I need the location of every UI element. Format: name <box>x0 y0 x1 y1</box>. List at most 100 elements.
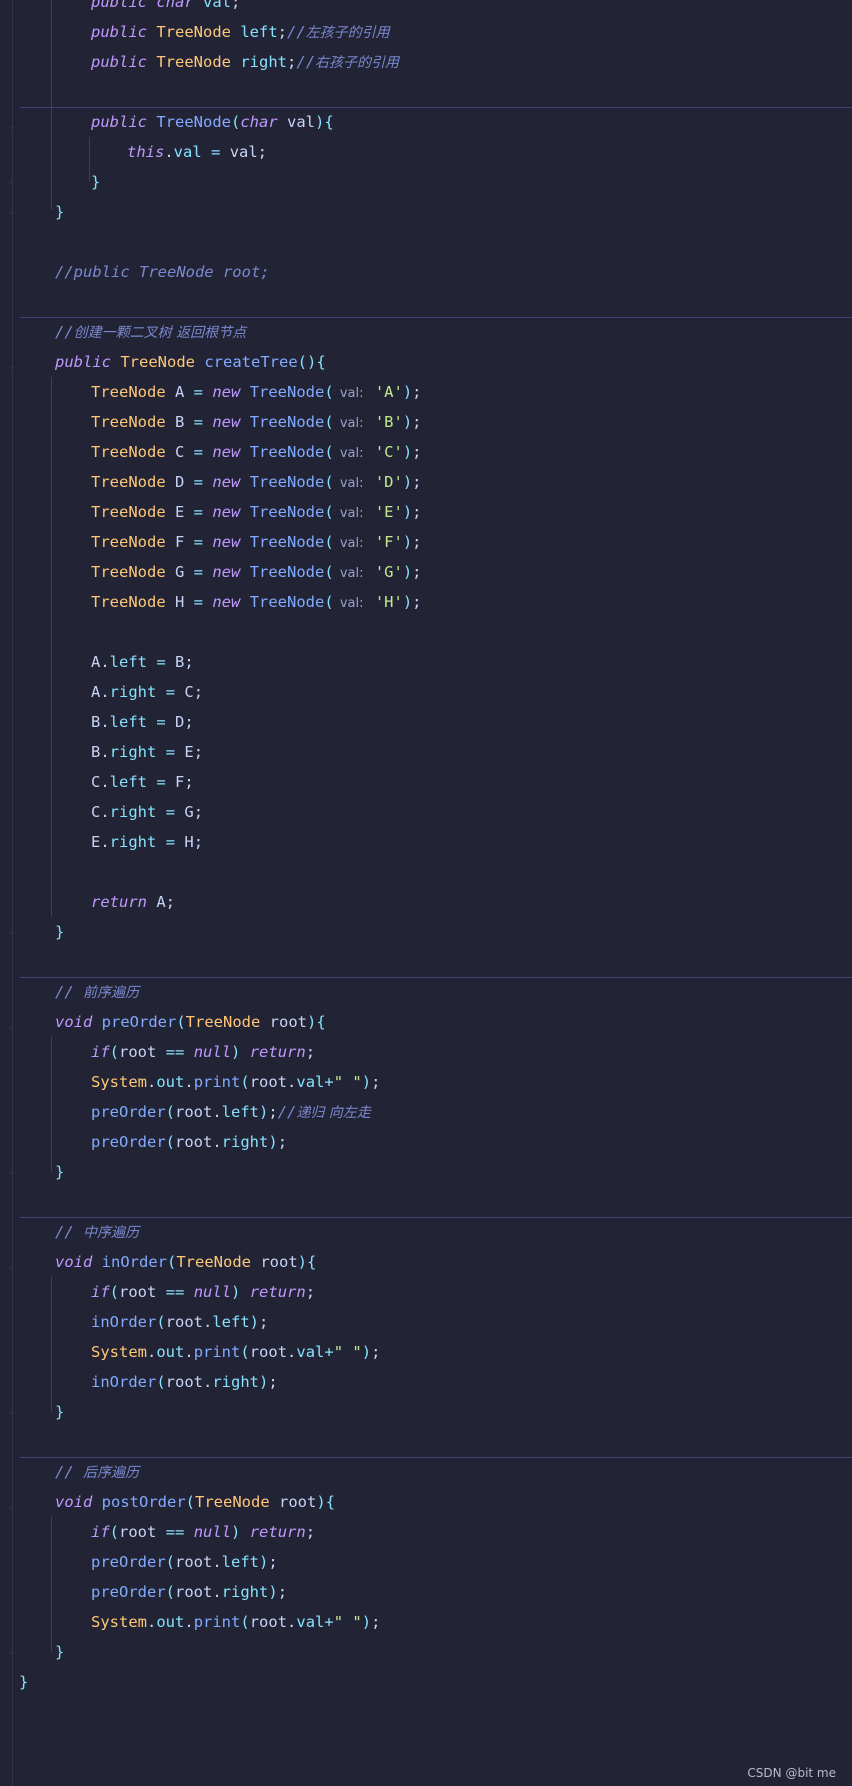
function-token: preOrder <box>101 1013 177 1031</box>
code-line[interactable]: System.out.print(root.val+" "); <box>0 1607 852 1637</box>
keyword-token: new <box>212 413 241 431</box>
code-token: root. <box>249 1343 297 1361</box>
code-line[interactable]: //创建一颗二叉树 返回根节点 <box>0 317 852 347</box>
code-line[interactable]: // 后序遍历 <box>0 1457 852 1487</box>
code-line[interactable]: } <box>0 917 852 947</box>
bracket-token: ( <box>324 593 334 611</box>
code-line[interactable]: if(root == null) return; <box>0 1517 852 1547</box>
code-line[interactable] <box>0 857 852 887</box>
code-line[interactable] <box>0 1187 852 1217</box>
code-lines[interactable]: public char val; public TreeNode left;//… <box>0 0 852 1697</box>
code-line[interactable]: } <box>0 1637 852 1667</box>
code-line[interactable] <box>0 227 852 257</box>
code-line[interactable]: if(root == null) return; <box>0 1037 852 1067</box>
code-line[interactable] <box>0 1427 852 1457</box>
code-token: . <box>184 1613 194 1631</box>
code-line[interactable]: TreeNode A = new TreeNode( val: 'A'); <box>0 377 852 407</box>
code-token: root. <box>175 1133 222 1151</box>
code-line[interactable]: C.left = F; <box>0 767 852 797</box>
code-line[interactable]: } <box>0 1157 852 1187</box>
operator-token: = <box>156 773 166 791</box>
param-hint: val: <box>335 386 364 401</box>
code-line[interactable]: A.left = B; <box>0 647 852 677</box>
code-token: ; <box>412 533 422 551</box>
code-line[interactable]: } <box>0 1667 852 1697</box>
code-line[interactable]: TreeNode D = new TreeNode( val: 'D'); <box>0 467 852 497</box>
function-token: createTree <box>204 353 298 371</box>
operator-token: == <box>165 1523 185 1541</box>
code-line[interactable]: inOrder(root.right); <box>0 1367 852 1397</box>
code-token: G <box>165 563 194 581</box>
code-line[interactable]: C.right = G; <box>0 797 852 827</box>
code-line[interactable]: A.right = C; <box>0 677 852 707</box>
code-line[interactable]: public char val; <box>0 0 852 17</box>
bracket-token: ) <box>231 1043 241 1061</box>
comment-token: 中序遍历 <box>83 1225 139 1241</box>
code-line[interactable]: System.out.print(root.val+" "); <box>0 1337 852 1367</box>
code-line[interactable]: preOrder(root.right); <box>0 1577 852 1607</box>
code-line[interactable]: TreeNode B = new TreeNode( val: 'B'); <box>0 407 852 437</box>
code-line[interactable]: public TreeNode createTree(){ <box>0 347 852 377</box>
code-line[interactable]: preOrder(root.left); <box>0 1547 852 1577</box>
bracket-token: ) <box>268 1133 278 1151</box>
code-line[interactable]: public TreeNode left;//左孩子的引用 <box>0 17 852 47</box>
code-token: D; <box>165 713 194 731</box>
code-line[interactable]: TreeNode G = new TreeNode( val: 'G'); <box>0 557 852 587</box>
code-line[interactable]: B.right = E; <box>0 737 852 767</box>
code-line[interactable]: TreeNode F = new TreeNode( val: 'F'); <box>0 527 852 557</box>
code-line[interactable] <box>0 947 852 977</box>
code-line[interactable]: } <box>0 197 852 227</box>
code-line[interactable]: public TreeNode(char val){ <box>0 107 852 137</box>
operator-token: = <box>193 413 203 431</box>
field-token: right <box>240 53 288 71</box>
code-line[interactable]: this.val = val; <box>0 137 852 167</box>
code-line[interactable]: // 前序遍历 <box>0 977 852 1007</box>
code-editor[interactable]: ⌄ ⌃ ⌃ ⌄ ⌃ ⌄ ⌃ ⌄ ⌃ ⌄ ⌃ public char val; p… <box>0 0 852 1786</box>
function-token: TreeNode <box>249 443 325 461</box>
code-line[interactable]: B.left = D; <box>0 707 852 737</box>
code-line[interactable] <box>0 617 852 647</box>
bracket-token: { <box>324 113 334 131</box>
code-line[interactable]: TreeNode H = new TreeNode( val: 'H'); <box>0 587 852 617</box>
code-line[interactable] <box>0 287 852 317</box>
code-token: F <box>165 533 194 551</box>
function-token: inOrder <box>91 1373 157 1391</box>
code-line[interactable]: void inOrder(TreeNode root){ <box>0 1247 852 1277</box>
code-line[interactable]: TreeNode E = new TreeNode( val: 'E'); <box>0 497 852 527</box>
bracket-token: ) <box>315 113 325 131</box>
field-token: val <box>173 143 202 161</box>
code-line[interactable] <box>0 77 852 107</box>
field-token: right <box>221 1583 269 1601</box>
comment-token: 后序遍历 <box>83 1465 139 1481</box>
code-token: A <box>165 383 194 401</box>
bracket-token: ( <box>109 1043 120 1061</box>
code-token: root. <box>175 1583 222 1601</box>
code-line[interactable]: preOrder(root.left);//递归 向左走 <box>0 1097 852 1127</box>
code-line[interactable]: } <box>0 167 852 197</box>
bracket-token: ) <box>259 1103 269 1121</box>
code-line[interactable]: return A; <box>0 887 852 917</box>
code-line[interactable]: if(root == null) return; <box>0 1277 852 1307</box>
type-token: System <box>91 1343 147 1361</box>
code-line[interactable]: } <box>0 1397 852 1427</box>
code-line[interactable]: void preOrder(TreeNode root){ <box>0 1007 852 1037</box>
comment-token: // <box>55 983 83 1001</box>
code-line[interactable]: TreeNode C = new TreeNode( val: 'C'); <box>0 437 852 467</box>
code-line[interactable]: // 中序遍历 <box>0 1217 852 1247</box>
code-line[interactable]: public TreeNode right;//右孩子的引用 <box>0 47 852 77</box>
code-line[interactable]: preOrder(root.right); <box>0 1127 852 1157</box>
code-token: ; <box>268 1103 278 1121</box>
code-token: ; <box>305 1283 316 1301</box>
code-line[interactable]: System.out.print(root.val+" "); <box>0 1067 852 1097</box>
code-line[interactable]: E.right = H; <box>0 827 852 857</box>
code-line[interactable]: //public TreeNode root; <box>0 257 852 287</box>
keyword-token: public <box>91 113 147 131</box>
type-token: TreeNode <box>185 1013 261 1031</box>
code-token: ; <box>305 1043 316 1061</box>
code-line[interactable]: inOrder(root.left); <box>0 1307 852 1337</box>
code-token: ; <box>268 1373 278 1391</box>
code-line[interactable]: void postOrder(TreeNode root){ <box>0 1487 852 1517</box>
string-token: 'F' <box>374 533 403 551</box>
